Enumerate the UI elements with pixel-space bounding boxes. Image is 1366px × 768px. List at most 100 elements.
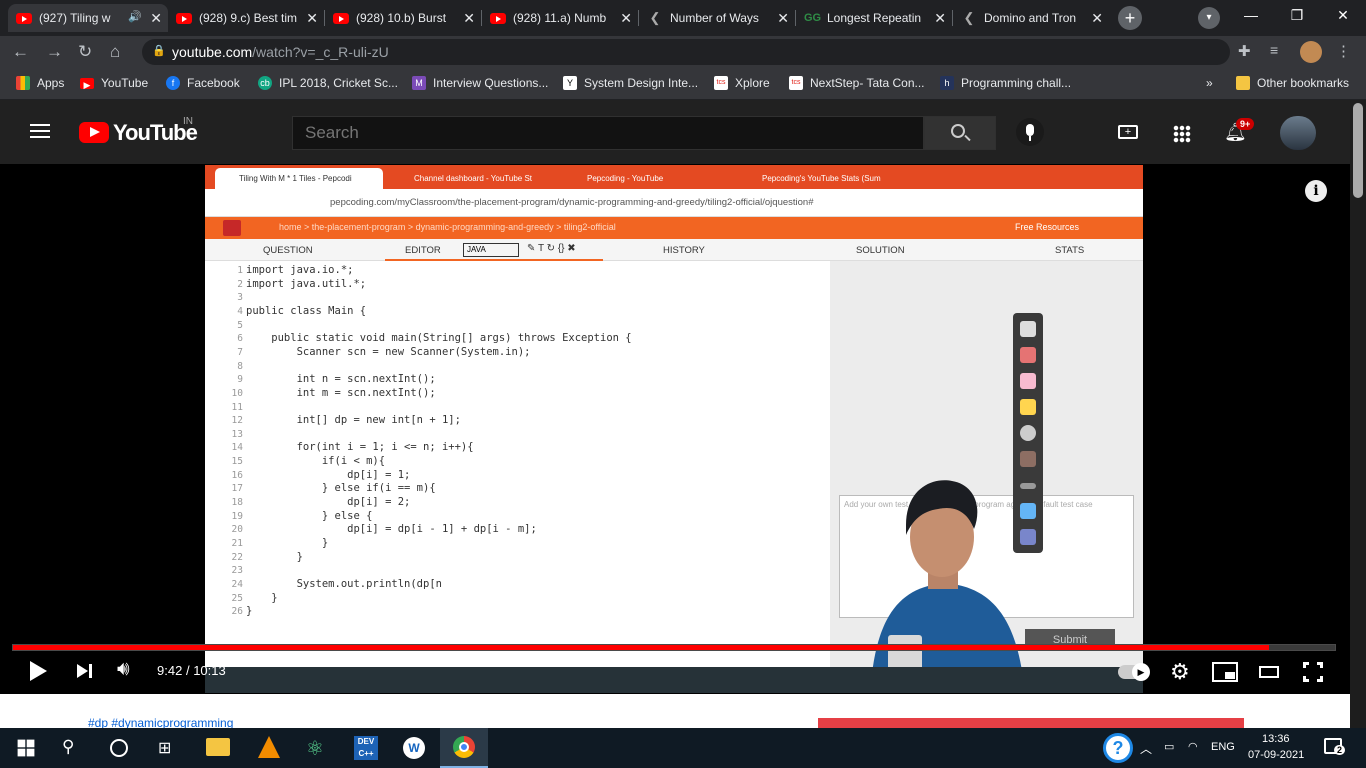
tab-search-icon[interactable]: ▾: [1198, 7, 1220, 29]
code-line: import java.io.*;: [246, 264, 354, 276]
window-close-button[interactable]: ✕: [1320, 0, 1366, 30]
apps-grid-icon[interactable]: [1173, 125, 1191, 143]
speaker-icon[interactable]: 🔊: [128, 10, 142, 23]
code-line: System.out.println(dp[n: [246, 577, 442, 590]
menu-icon[interactable]: ⋮: [1336, 42, 1351, 60]
bookmark-other[interactable]: Other bookmarks: [1236, 76, 1349, 90]
bookmark-nextstep[interactable]: tcs NextStep- Tata Con...: [789, 76, 925, 90]
wifi-icon[interactable]: ◠: [1188, 740, 1198, 753]
volume-icon[interactable]: 🔊︎: [117, 658, 130, 681]
search-icon[interactable]: ⚲: [62, 737, 86, 761]
home-icon[interactable]: ⌂: [110, 42, 120, 62]
search-box[interactable]: [292, 116, 924, 150]
video-language-select: JAVA: [463, 243, 519, 257]
eraser-icon: [1020, 373, 1036, 389]
code-line: Scanner scn = new Scanner(System.in);: [246, 345, 531, 358]
bookmark-apps[interactable]: Apps: [16, 76, 64, 90]
more-bookmarks[interactable]: »: [1206, 76, 1213, 90]
close-icon[interactable]: ✕: [1091, 10, 1103, 27]
profile-avatar[interactable]: [1300, 41, 1322, 63]
play-icon[interactable]: [30, 661, 47, 681]
video-tab-editor: EDITOR: [405, 245, 441, 256]
browser-tab[interactable]: ❮ Domino and Tron ✕: [953, 4, 1109, 32]
autoplay-toggle[interactable]: ▶: [1118, 663, 1150, 681]
fullscreen-icon[interactable]: [1303, 662, 1323, 682]
bookmark-youtube[interactable]: ▶ YouTube: [80, 76, 148, 90]
miniplayer-icon[interactable]: [1212, 662, 1238, 682]
minimize-button[interactable]: —: [1228, 0, 1274, 30]
omnibox[interactable]: 🔒 youtube.com/watch?v=_c_R-uli-zU: [142, 39, 1230, 65]
video-frame[interactable]: Tiling With M * 1 Tiles - Pepcodi Channe…: [205, 165, 1143, 693]
scrollbar-thumb[interactable]: [1353, 103, 1363, 198]
close-icon[interactable]: ✕: [463, 10, 475, 27]
browser-tab[interactable]: (927) Tiling w 🔊 ✕: [8, 4, 168, 32]
search-input[interactable]: [293, 117, 923, 149]
tab-title: Longest Repeatin: [827, 11, 922, 25]
battery-icon[interactable]: ▭: [1164, 740, 1174, 753]
bookmark-interview[interactable]: M Interview Questions...: [412, 76, 548, 90]
file-explorer-icon[interactable]: [206, 738, 230, 756]
new-tab-button[interactable]: +: [1118, 6, 1142, 30]
windows-start-icon[interactable]: [17, 739, 35, 757]
close-icon[interactable]: ✕: [150, 10, 162, 27]
close-icon[interactable]: ✕: [934, 10, 946, 27]
account-avatar[interactable]: [1280, 116, 1316, 150]
progress-bar[interactable]: [12, 644, 1336, 651]
hamburger-icon[interactable]: [30, 124, 50, 126]
whiteboard-app-icon[interactable]: W: [403, 737, 425, 759]
tab-title: (927) Tiling w: [39, 11, 111, 25]
clock-time[interactable]: 13:36: [1262, 733, 1290, 745]
language-indicator[interactable]: ENG: [1211, 741, 1235, 753]
line-number: 5: [237, 319, 243, 331]
video-sub-tabs: QUESTION EDITOR JAVA ✎ T ↻ {} ✖ HISTORY …: [205, 239, 1143, 261]
reload-icon[interactable]: ↻: [78, 42, 92, 62]
cortana-icon[interactable]: [110, 739, 128, 757]
browser-tab[interactable]: ❮ Number of Ways ✕: [639, 4, 795, 32]
apps-icon: [16, 76, 30, 90]
forward-icon[interactable]: →: [46, 42, 63, 62]
close-icon[interactable]: ✕: [777, 10, 789, 27]
close-icon[interactable]: ✕: [306, 10, 318, 27]
browser-tab[interactable]: GG Longest Repeatin ✕: [796, 4, 952, 32]
close-icon[interactable]: ✕: [620, 10, 632, 27]
mic-button[interactable]: [1016, 118, 1044, 146]
bookmark-system-design[interactable]: Y System Design Inte...: [563, 76, 698, 90]
pen-icon: [1020, 347, 1036, 363]
browser-tab[interactable]: (928) 10.b) Burst ✕: [325, 4, 481, 32]
youtube-logo-icon[interactable]: [79, 122, 109, 143]
clock-date[interactable]: 07-09-2021: [1248, 749, 1304, 761]
pointer-icon: [1020, 425, 1036, 441]
bookmark-programming[interactable]: h Programming chall...: [940, 76, 1071, 90]
theater-icon[interactable]: [1259, 666, 1279, 678]
browser-tab[interactable]: (928) 11.a) Numb ✕: [482, 4, 638, 32]
settings-icon[interactable]: ⚙: [1170, 659, 1190, 685]
help-icon[interactable]: ?: [1103, 733, 1133, 763]
task-view-icon[interactable]: ⊞: [158, 738, 182, 762]
search-button[interactable]: [924, 116, 996, 150]
code-line: }: [246, 605, 253, 618]
extensions-icon[interactable]: ✚: [1238, 42, 1251, 60]
line-number: 21: [231, 538, 243, 549]
back-icon[interactable]: ←: [12, 42, 29, 62]
create-video-icon[interactable]: +: [1118, 125, 1138, 139]
media-icon[interactable]: ≡: [1270, 42, 1278, 58]
chrome-taskbar-item[interactable]: [440, 728, 488, 768]
youtube-icon: [333, 12, 349, 24]
line-number: 10: [231, 387, 243, 399]
atom-icon[interactable]: ⚛: [306, 736, 330, 760]
chrome-icon: [453, 736, 475, 758]
info-icon[interactable]: i: [1305, 180, 1327, 202]
vlc-icon[interactable]: [258, 736, 280, 758]
bookmark-facebook[interactable]: f Facebook: [166, 76, 240, 90]
video-tab-solution: SOLUTION: [856, 245, 905, 256]
video-tab-stats: STATS: [1055, 245, 1085, 256]
devcpp-icon[interactable]: DEV C++: [354, 736, 378, 760]
browser-tab[interactable]: (928) 9.c) Best tim ✕: [168, 4, 324, 32]
next-icon[interactable]: [77, 664, 88, 678]
restore-button[interactable]: ❐: [1274, 0, 1320, 30]
interview-icon: M: [412, 76, 426, 90]
video-tab: Pepcoding - YouTube: [587, 174, 664, 183]
chevron-up-icon[interactable]: ︿: [1140, 740, 1152, 757]
bookmark-ipl[interactable]: cb IPL 2018, Cricket Sc...: [258, 76, 398, 90]
bookmark-xplore[interactable]: tcs Xplore: [714, 76, 770, 90]
